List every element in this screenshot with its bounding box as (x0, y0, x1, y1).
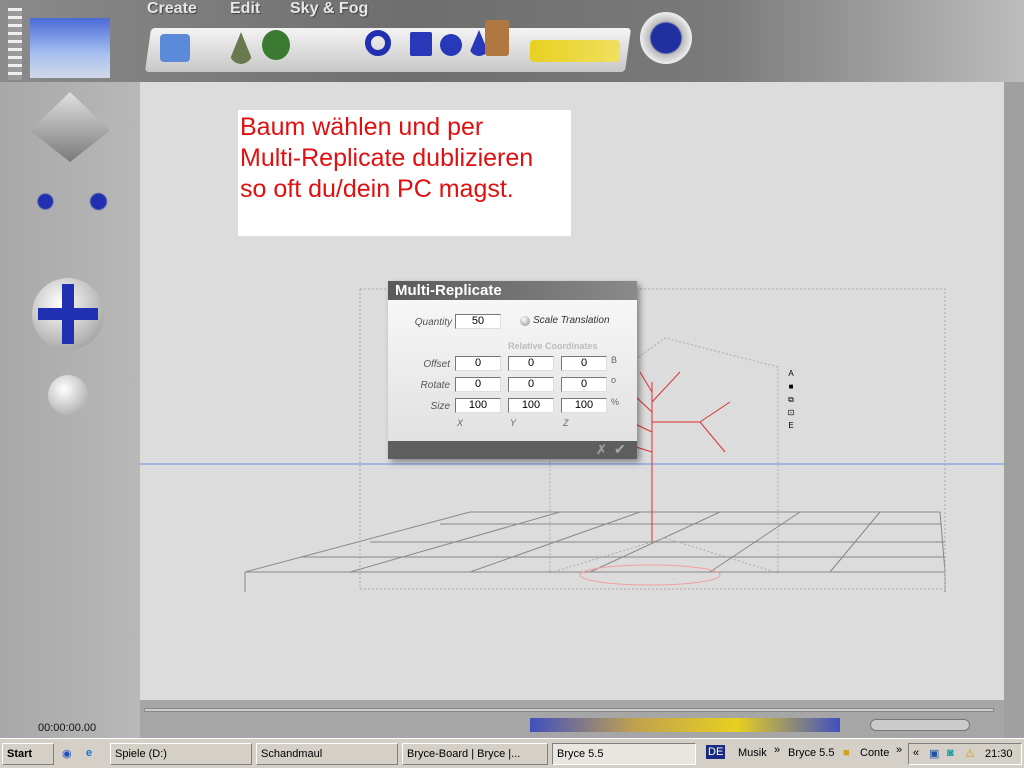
nano-preview-thumbnail[interactable] (30, 18, 110, 78)
chevron-icon[interactable]: » (896, 744, 902, 756)
figure-icon[interactable] (485, 20, 509, 56)
folder-icon: ■ (843, 747, 850, 759)
language-indicator[interactable]: DE (706, 745, 726, 759)
chevron-icon[interactable]: » (774, 744, 780, 756)
playback-controls[interactable] (870, 719, 970, 731)
quicklaunch-musik[interactable]: Musik (738, 747, 767, 759)
view-cube-icon[interactable] (30, 92, 110, 162)
network-icon[interactable]: ▣ (929, 747, 939, 760)
taskbar-item-spiele[interactable]: Spiele (D:) (110, 743, 252, 765)
desktop-icon[interactable]: ◉ (62, 747, 72, 760)
rotate-label: Rotate (420, 380, 450, 391)
dialog-title: Multi-Replicate (388, 281, 637, 300)
menu-create[interactable]: Create (147, 0, 197, 18)
clock: 21:30 (985, 748, 1013, 760)
instruction-text-box: Baum wählen und per Multi-Replicate dubl… (238, 110, 571, 236)
axis-z-label: Z (563, 418, 569, 428)
taskbar-item-schandmaul[interactable]: Schandmaul (256, 743, 398, 765)
ok-button[interactable]: ✔ (614, 441, 626, 458)
size-x-input[interactable]: 100 (455, 398, 501, 413)
start-button[interactable]: Start (2, 743, 54, 765)
tray-app-icon[interactable]: ◙ (947, 747, 954, 759)
quicklaunch-bryce[interactable]: Bryce 5.5 (788, 747, 834, 759)
quantity-input[interactable]: 50 (455, 314, 501, 329)
quantity-label: Quantity (414, 317, 452, 328)
camera-trackball[interactable] (32, 278, 104, 350)
camera-sphere-button[interactable] (48, 375, 88, 415)
animation-bar (140, 700, 1004, 738)
offset-z-input[interactable]: 0 (561, 356, 607, 371)
warning-icon[interactable]: ⚠ (965, 747, 975, 760)
torus-icon[interactable] (365, 30, 391, 56)
note-line: Baum wählen und per (240, 113, 484, 141)
tree-icon[interactable] (262, 30, 290, 60)
size-unit: % (611, 397, 620, 407)
taskbar-item-bryce-board[interactable]: Bryce-Board | Bryce |... (402, 743, 548, 765)
offset-y-input[interactable]: 0 (508, 356, 554, 371)
size-z-input[interactable]: 100 (561, 398, 607, 413)
multi-replicate-dialog: Multi-Replicate Quantity 50 Scale Transl… (388, 281, 637, 459)
preset-view-stack[interactable] (8, 8, 22, 80)
dialog-footer: ✗ ✔ (388, 441, 637, 459)
size-y-input[interactable]: 100 (508, 398, 554, 413)
rotate-unit: o (611, 375, 617, 385)
offset-unit: B (611, 355, 618, 365)
rotate-y-input[interactable]: 0 (508, 377, 554, 392)
offset-label: Offset (423, 359, 450, 370)
menu-sky-fog[interactable]: Sky & Fog (290, 0, 368, 18)
relative-coordinates-label: Relative Coordinates (508, 341, 598, 351)
taskbar-item-bryce[interactable]: Bryce 5.5 (552, 743, 696, 765)
light-icons[interactable] (530, 40, 620, 62)
cancel-button[interactable]: ✗ (596, 442, 607, 458)
menu-edit[interactable]: Edit (230, 0, 260, 18)
nano-preview-area (0, 0, 140, 82)
rotate-z-input[interactable]: 0 (561, 377, 607, 392)
windows-taskbar: Start ◉ e Spiele (D:) Schandmaul Bryce-B… (0, 738, 1024, 768)
ie-icon[interactable]: e (86, 747, 92, 759)
scale-translation-radio[interactable] (520, 316, 530, 326)
scale-translation-label: Scale Translation (533, 315, 610, 326)
water-plane-icon[interactable] (160, 34, 190, 62)
timeline-scrubber[interactable] (144, 708, 994, 712)
offset-x-input[interactable]: 0 (455, 356, 501, 371)
axis-x-label: X (457, 418, 464, 428)
bryce-logo-button[interactable] (640, 12, 692, 64)
timecode: 00:00:00.00 (38, 722, 97, 734)
trackball-arrows-icon[interactable] (10, 174, 128, 229)
top-toolbar: Create Edit Sky & Fog (0, 0, 1024, 82)
camera-controls-panel (0, 82, 140, 738)
right-tool-strip[interactable] (1004, 82, 1024, 738)
cube-icon[interactable] (410, 32, 432, 56)
object-selection-palette[interactable] (530, 718, 840, 732)
sphere-icon[interactable] (440, 34, 462, 56)
note-line: Multi-Replicate dublizieren (240, 144, 534, 172)
size-label: Size (430, 401, 450, 412)
note-line: so oft du/dein PC magst. (240, 175, 514, 203)
tray-expand-button[interactable]: « (913, 747, 919, 759)
object-attribute-tags[interactable]: A ■ ⧉ ⊡ E (786, 367, 796, 430)
system-tray: « ▣ ◙ ⚠ 21:30 (908, 743, 1022, 765)
quicklaunch-conte[interactable]: Conte (860, 747, 889, 759)
rotate-x-input[interactable]: 0 (455, 377, 501, 392)
axis-y-label: Y (510, 418, 517, 428)
